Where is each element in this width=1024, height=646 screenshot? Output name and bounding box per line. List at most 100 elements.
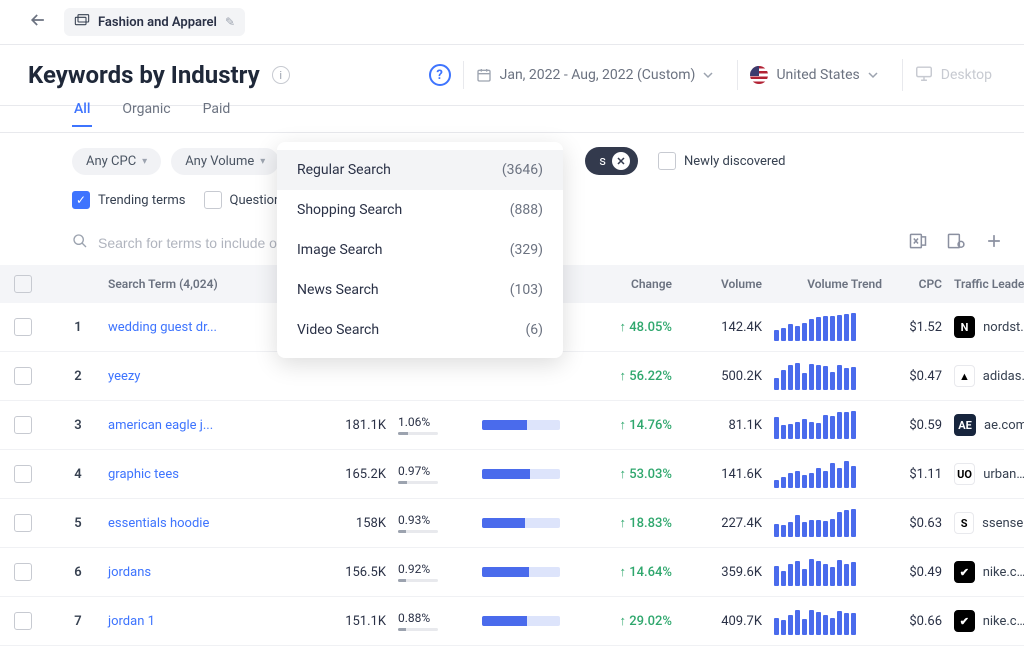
- checkbox-icon: [658, 152, 676, 170]
- close-icon[interactable]: ✕: [612, 152, 630, 170]
- col-search-term[interactable]: Search Term (4,024): [102, 277, 302, 291]
- domain-label: ae.com: [984, 418, 1024, 433]
- col-cpc[interactable]: CPC: [888, 277, 948, 291]
- dropdown-item[interactable]: Shopping Search(888): [277, 190, 563, 230]
- favicon: ✔: [954, 561, 975, 583]
- search-term-link[interactable]: graphic tees: [102, 467, 302, 482]
- col-change[interactable]: Change: [586, 277, 678, 291]
- rank: 4: [54, 467, 102, 482]
- calendar-icon: [476, 67, 492, 83]
- settings-gear-icon[interactable]: [946, 231, 966, 255]
- search-term-link[interactable]: yeezy: [102, 369, 302, 384]
- filter-volume[interactable]: Any Volume ▾: [171, 148, 279, 175]
- checkbox-checked-icon: ✓: [72, 191, 90, 209]
- rank: 7: [54, 614, 102, 629]
- rank: 2: [54, 369, 102, 384]
- row-checkbox[interactable]: [14, 416, 32, 434]
- table-row: 2 yeezy ↑ 56.22% 500.2K $0.47 ▲ adidas..…: [0, 352, 1024, 401]
- search-term-link[interactable]: wedding guest dr...: [102, 320, 302, 335]
- chevron-down-icon: [703, 70, 713, 80]
- select-all-checkbox[interactable]: [14, 275, 32, 293]
- dropdown-item[interactable]: News Search(103): [277, 270, 563, 310]
- dropdown-item[interactable]: Regular Search(3646): [277, 150, 563, 190]
- domain-label: adidas....: [983, 369, 1024, 384]
- cpc-value: $0.47: [888, 369, 948, 384]
- info-icon[interactable]: i: [272, 66, 290, 84]
- traffic-leader[interactable]: N nordstr...: [948, 316, 1024, 338]
- chevron-down-icon: ▾: [260, 156, 265, 167]
- row-checkbox[interactable]: [14, 465, 32, 483]
- filter-volume-label: Any Volume: [185, 154, 254, 169]
- competition-bar: [476, 567, 586, 577]
- volume-value: 227.4K: [678, 516, 768, 531]
- domain-label: nordstr...: [983, 320, 1024, 335]
- volume-value: 142.4K: [678, 320, 768, 335]
- device-picker: Desktop: [902, 59, 1004, 91]
- change-value: ↑ 53.03%: [586, 466, 678, 482]
- tab-paid[interactable]: Paid: [201, 101, 233, 127]
- dropdown-item-label: Shopping Search: [297, 202, 402, 218]
- search-term-link[interactable]: american eagle j...: [102, 418, 302, 433]
- search-term-link[interactable]: jordan 1: [102, 614, 302, 629]
- competition-bar: [476, 420, 586, 430]
- volume-trend-chart: [768, 411, 888, 439]
- col-volume-trend[interactable]: Volume Trend: [768, 277, 888, 291]
- trending-terms-checkbox[interactable]: ✓ Trending terms: [72, 191, 186, 209]
- row-checkbox[interactable]: [14, 514, 32, 532]
- device-label: Desktop: [941, 67, 992, 83]
- traffic-leader[interactable]: ✔ nike.com: [948, 561, 1024, 583]
- share-value: 0.92%: [392, 562, 476, 582]
- question-checkbox[interactable]: Question: [204, 191, 282, 209]
- cpc-value: $0.59: [888, 418, 948, 433]
- add-icon[interactable]: [984, 231, 1004, 255]
- chip-label: s: [599, 154, 606, 169]
- country-picker[interactable]: United States: [737, 60, 889, 90]
- traffic-leader[interactable]: ✔ nike.com: [948, 610, 1024, 632]
- pencil-icon[interactable]: ✎: [225, 15, 235, 29]
- tab-all[interactable]: All: [72, 101, 92, 127]
- trending-terms-label: Trending terms: [98, 193, 186, 208]
- change-value: ↑ 29.02%: [586, 613, 678, 629]
- favicon: ▲: [954, 365, 975, 387]
- traffic-leader[interactable]: AE ae.com: [948, 414, 1024, 436]
- col-traffic-leader[interactable]: Traffic Leader: [948, 277, 1024, 291]
- volume-value: 500.2K: [678, 369, 768, 384]
- active-filter-chip[interactable]: s ✕: [585, 147, 638, 175]
- category-icon: [74, 14, 90, 30]
- traffic-leader[interactable]: UO urbano...: [948, 463, 1024, 485]
- table-row: 5 essentials hoodie 158K 0.93% ↑ 18.83% …: [0, 499, 1024, 548]
- tab-organic[interactable]: Organic: [120, 101, 172, 127]
- filter-cpc[interactable]: Any CPC ▾: [72, 148, 161, 175]
- breadcrumb[interactable]: Fashion and Apparel ✎: [64, 8, 245, 36]
- search-type-dropdown[interactable]: Regular Search(3646)Shopping Search(888)…: [277, 142, 563, 358]
- traffic-leader[interactable]: ▲ adidas....: [948, 365, 1024, 387]
- dropdown-item[interactable]: Image Search(329): [277, 230, 563, 270]
- share-value: 0.88%: [392, 611, 476, 631]
- date-range-picker[interactable]: Jan, 2022 - Aug, 2022 (Custom): [463, 61, 726, 89]
- newly-discovered-checkbox[interactable]: Newly discovered: [658, 152, 785, 170]
- row-checkbox[interactable]: [14, 612, 32, 630]
- dropdown-item-label: Image Search: [297, 242, 382, 258]
- clicks-value: 151.1K: [302, 614, 392, 629]
- search-term-link[interactable]: essentials hoodie: [102, 516, 302, 531]
- traffic-leader[interactable]: S ssense....: [948, 512, 1024, 534]
- help-icon[interactable]: ?: [429, 64, 451, 86]
- row-checkbox[interactable]: [14, 563, 32, 581]
- favicon: UO: [954, 463, 975, 485]
- favicon: ✔: [954, 610, 975, 632]
- cpc-value: $0.66: [888, 614, 948, 629]
- search-term-link[interactable]: jordans: [102, 565, 302, 580]
- chevron-down-icon: ▾: [142, 156, 147, 167]
- row-checkbox[interactable]: [14, 367, 32, 385]
- export-excel-icon[interactable]: [908, 231, 928, 255]
- competition-bar: [476, 616, 586, 626]
- back-arrow-icon[interactable]: [28, 10, 48, 35]
- clicks-value: 158K: [302, 516, 392, 531]
- change-value: ↑ 14.76%: [586, 417, 678, 433]
- share-value: 0.97%: [392, 464, 476, 484]
- row-checkbox[interactable]: [14, 318, 32, 336]
- col-volume[interactable]: Volume: [678, 277, 768, 291]
- rank: 1: [54, 320, 102, 335]
- volume-trend-chart: [768, 362, 888, 390]
- dropdown-item[interactable]: Video Search(6): [277, 310, 563, 350]
